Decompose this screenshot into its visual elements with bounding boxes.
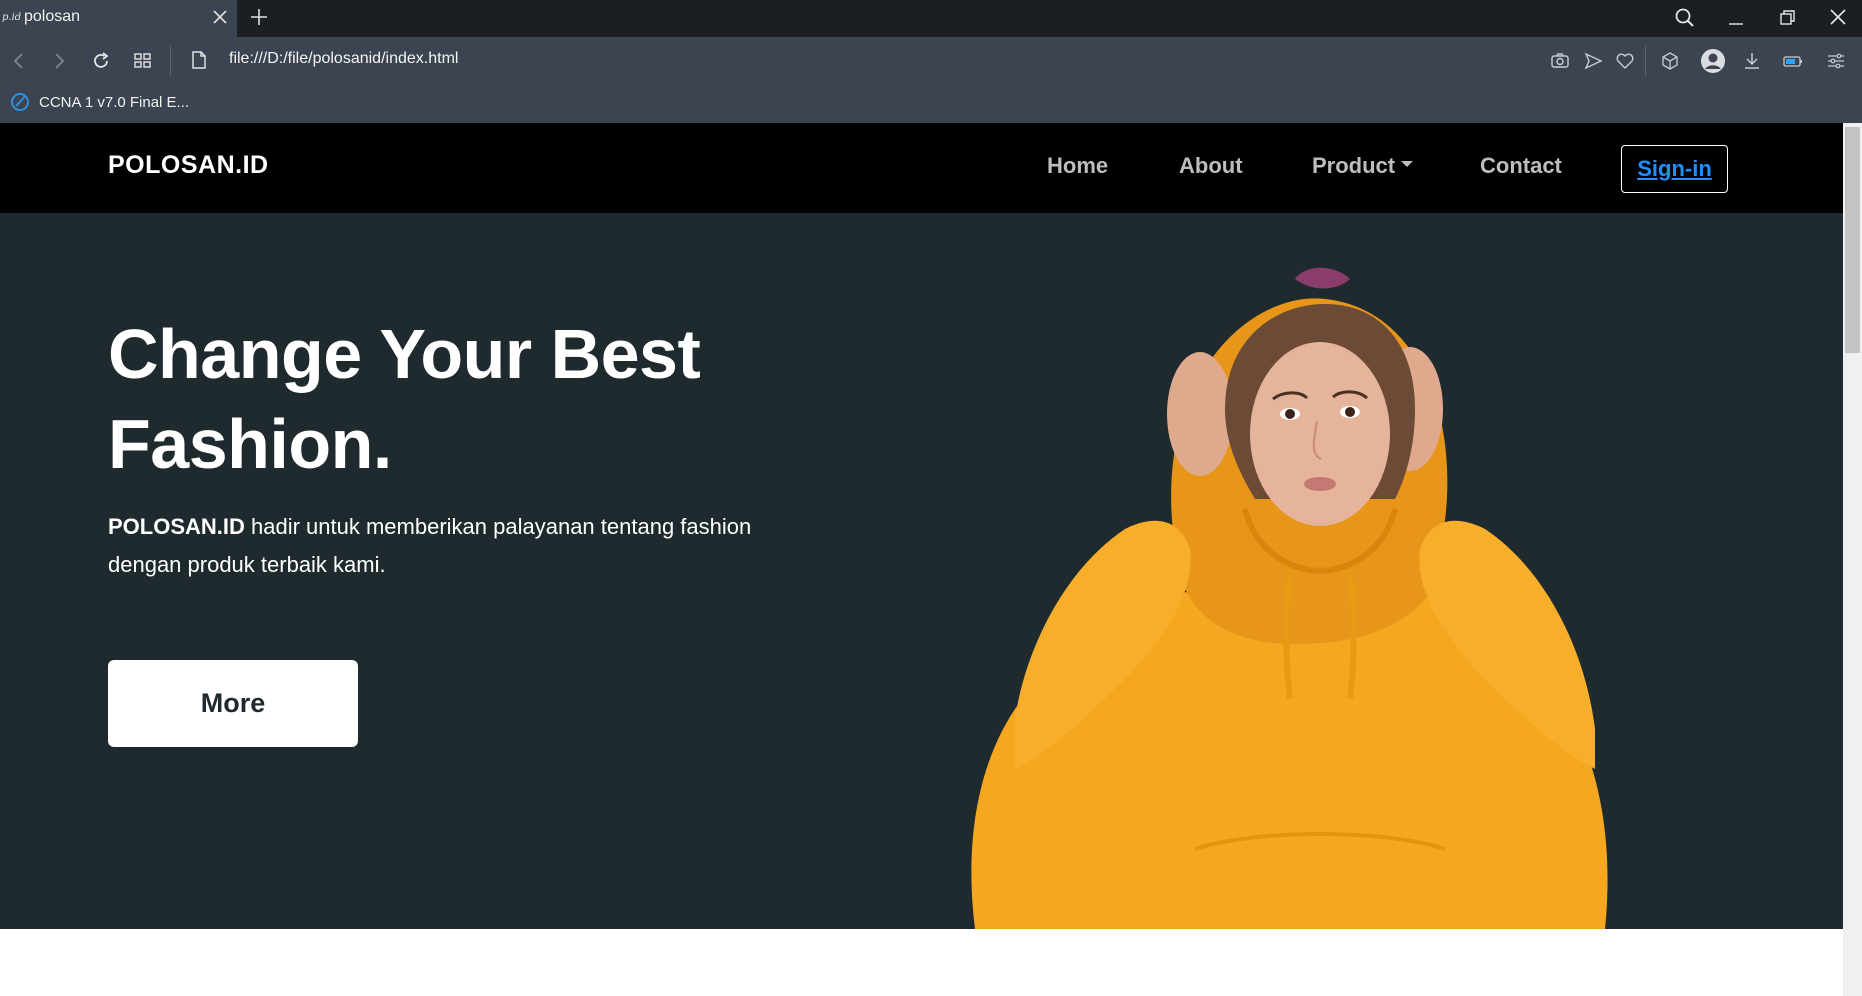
- nav-link-product[interactable]: Product: [1312, 153, 1414, 179]
- close-icon[interactable]: [210, 7, 230, 27]
- hero-headline-line1: Change Your Best: [108, 315, 701, 393]
- restore-icon[interactable]: [1774, 6, 1800, 30]
- nav-link-product-label: Product: [1312, 153, 1396, 178]
- battery-icon[interactable]: [1782, 50, 1804, 72]
- hero-headline: Change Your Best Fashion.: [108, 309, 788, 489]
- close-window-icon[interactable]: [1825, 6, 1851, 30]
- bookmark-label: CCNA 1 v7.0 Final E...: [39, 93, 190, 111]
- reload-icon[interactable]: [90, 50, 112, 72]
- page-viewport: POLOSAN.ID Home About Product Contact Si…: [0, 123, 1843, 996]
- grid-icon[interactable]: [132, 50, 154, 72]
- hero-section: Change Your Best Fashion. POLOSAN.ID had…: [0, 213, 1843, 929]
- tab-favicon-icon: p.id: [2, 12, 22, 23]
- hero-subtext-brand: POLOSAN.ID: [108, 514, 245, 539]
- nav-link-about[interactable]: About: [1179, 153, 1243, 179]
- caret-down-icon: [1401, 161, 1414, 168]
- bookmark-item[interactable]: CCNA 1 v7.0 Final E...: [10, 90, 189, 114]
- download-icon[interactable]: [1741, 50, 1763, 72]
- hero-model-image: [971, 267, 1608, 929]
- sliders-icon[interactable]: [1825, 50, 1847, 72]
- back-arrow-icon[interactable]: [8, 50, 30, 72]
- more-button[interactable]: More: [108, 660, 358, 747]
- nav-link-contact[interactable]: Contact: [1480, 153, 1562, 179]
- search-icon[interactable]: [1672, 6, 1698, 30]
- toolbar-divider: [1645, 46, 1646, 76]
- plus-icon[interactable]: [248, 6, 270, 28]
- camera-icon[interactable]: [1549, 50, 1571, 72]
- signin-link[interactable]: Sign-in: [1637, 156, 1712, 182]
- site-brand[interactable]: POLOSAN.ID: [108, 151, 269, 180]
- bookmark-site-icon: [11, 93, 29, 111]
- minimize-icon[interactable]: [1723, 6, 1749, 30]
- site-navbar: POLOSAN.ID Home About Product Contact Si…: [0, 123, 1843, 213]
- send-icon[interactable]: [1582, 50, 1604, 72]
- cube-icon[interactable]: [1659, 50, 1681, 72]
- forward-arrow-icon[interactable]: [48, 50, 70, 72]
- nav-link-home[interactable]: Home: [1047, 153, 1108, 179]
- more-button-label: More: [200, 688, 266, 718]
- toolbar-divider: [170, 46, 171, 76]
- avatar-icon[interactable]: [1700, 48, 1726, 74]
- browser-tab[interactable]: p.id polosan: [0, 0, 237, 37]
- hero-subtext: POLOSAN.ID hadir untuk memberikan palaya…: [108, 508, 808, 584]
- browser-toolbar: file:///D:/file/polosanid/index.html CCN…: [0, 37, 1862, 123]
- heart-icon[interactable]: [1614, 50, 1636, 72]
- browser-tab-bar: p.id polosan: [0, 0, 1862, 37]
- scrollbar-thumb[interactable]: [1845, 127, 1860, 353]
- page-scrollbar[interactable]: [1843, 123, 1862, 996]
- signin-button[interactable]: Sign-in: [1621, 145, 1728, 193]
- file-icon: [192, 51, 206, 69]
- hero-headline-line2: Fashion.: [108, 405, 392, 483]
- tab-title: polosan: [24, 8, 81, 25]
- address-bar[interactable]: file:///D:/file/polosanid/index.html: [229, 50, 458, 68]
